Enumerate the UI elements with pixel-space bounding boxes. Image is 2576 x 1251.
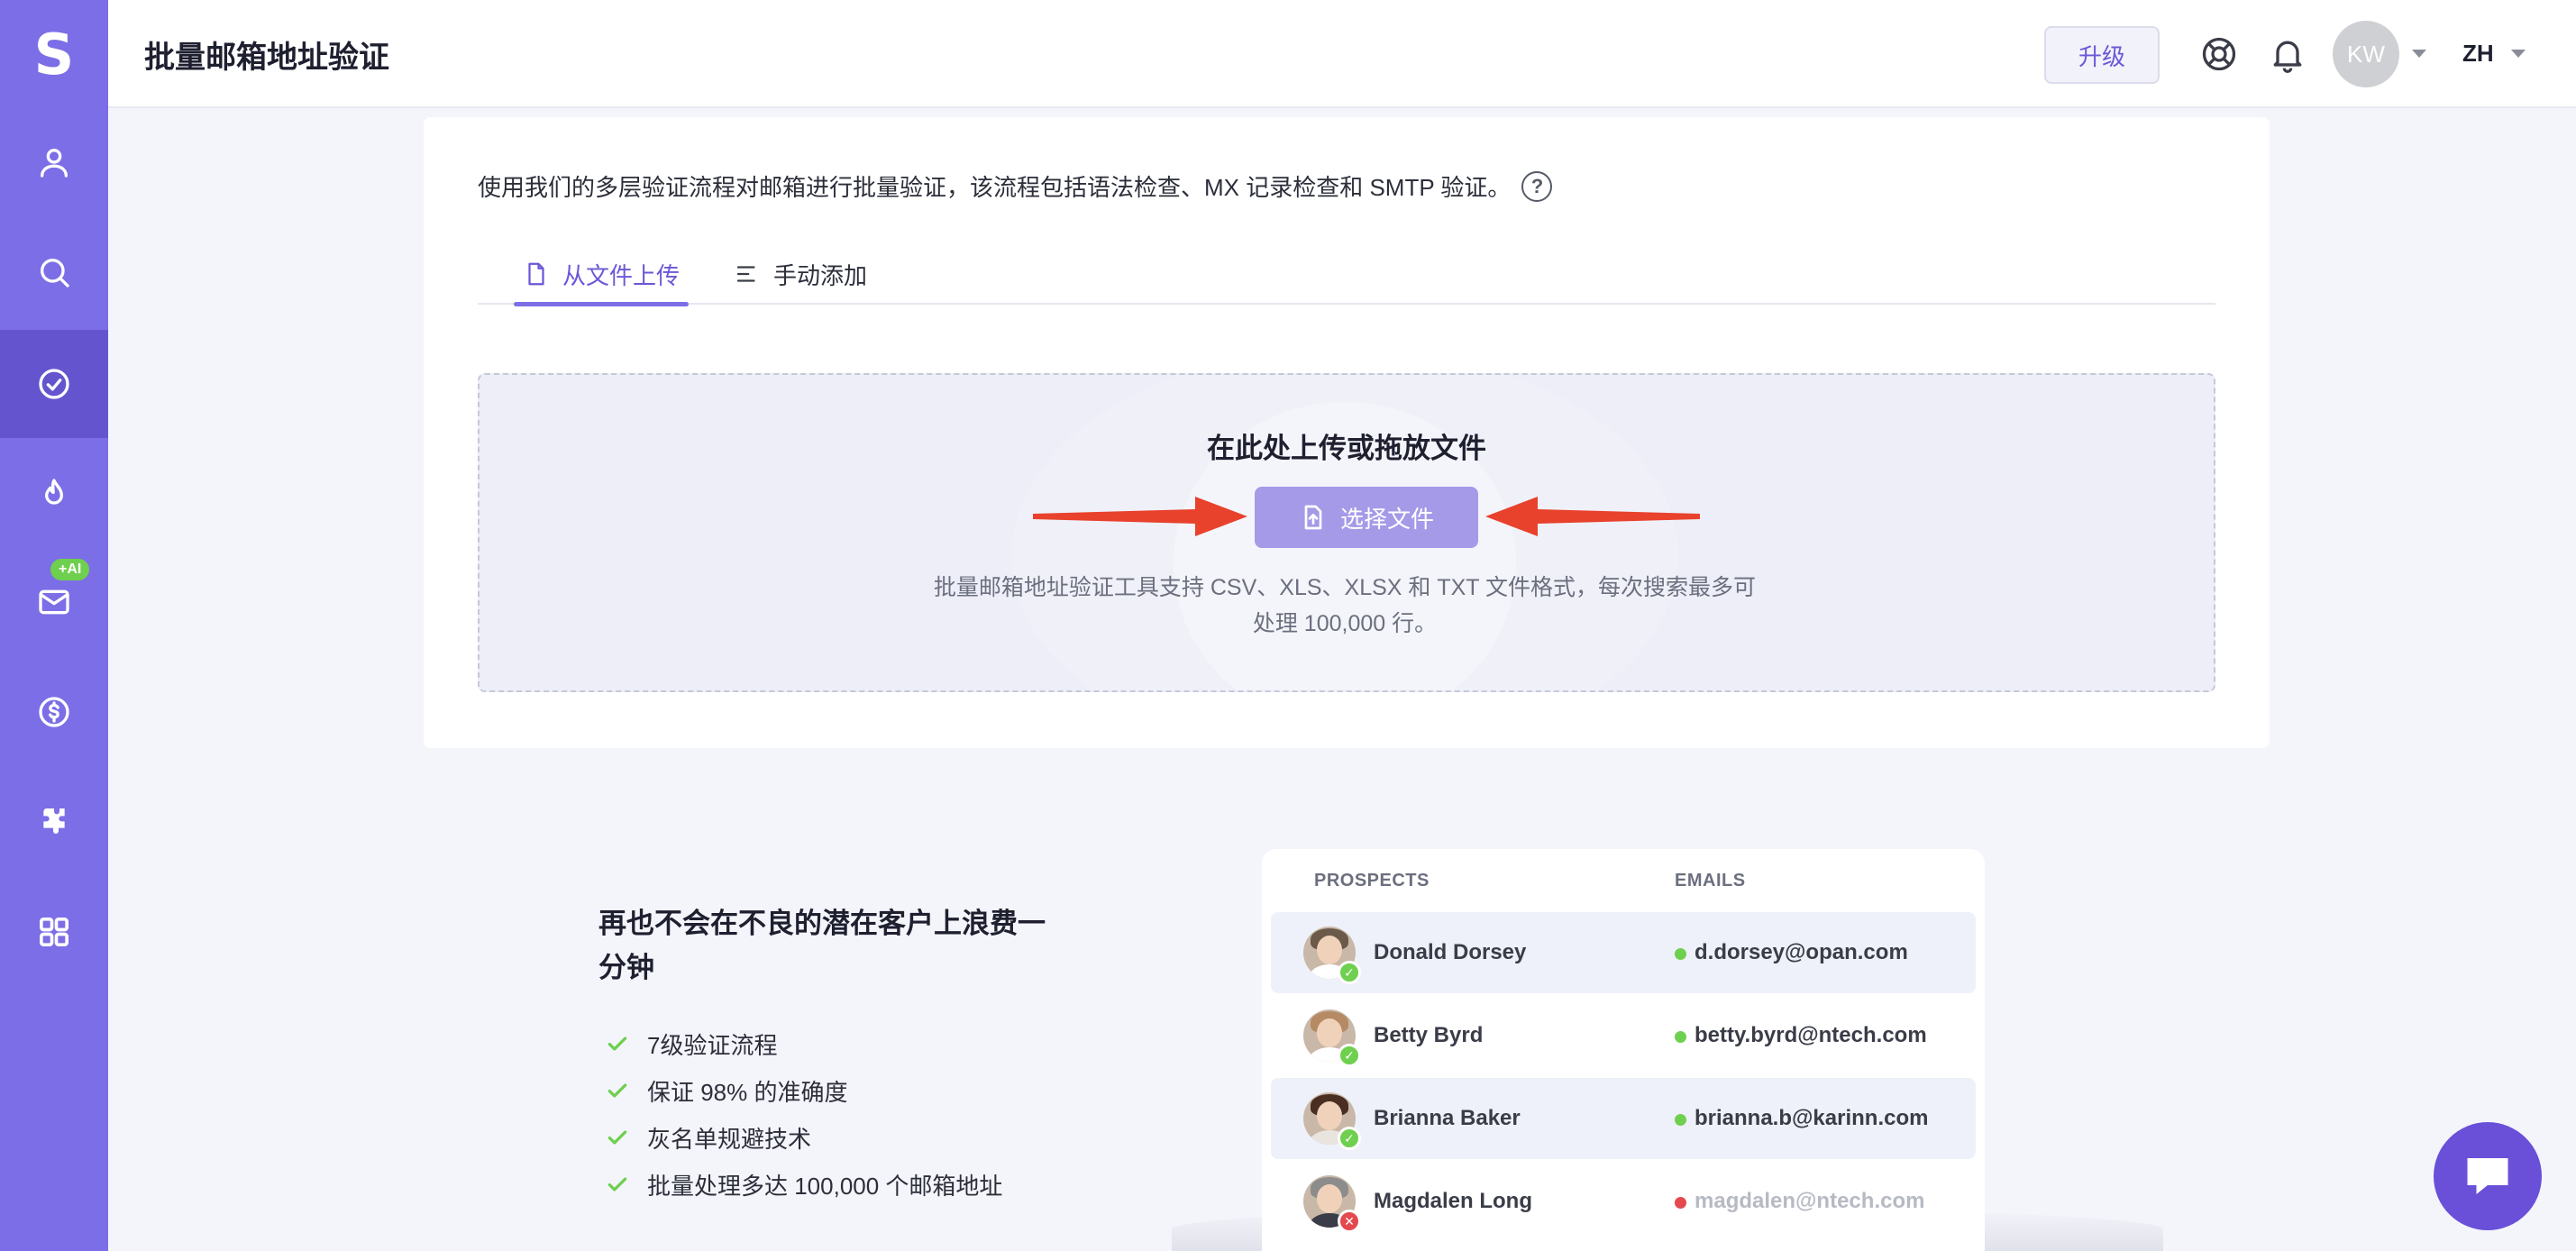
feature-text: 7级验证流程: [647, 1031, 778, 1059]
status-dot: [1675, 948, 1686, 960]
sidebar: S +AI: [0, 0, 108, 1251]
prospects-table: PROSPECTS EMAILS ✓ Donald Dorsey d.dorse…: [1262, 849, 1985, 1251]
dropzone-hint-line: 处理 100,000 行。: [1252, 611, 1438, 636]
prospect-email: brianna.b@karinn.com: [1694, 1106, 1929, 1130]
valid-check-icon: ✓: [1338, 961, 1361, 984]
tab-label: 手动添加: [773, 261, 868, 289]
top-header: 批量邮箱地址验证 升级 KW ZH: [108, 0, 2576, 108]
chat-icon: [2467, 1158, 2508, 1194]
upgrade-button[interactable]: 升级: [2044, 26, 2160, 84]
dropzone-hint: 批量邮箱地址验证工具支持 CSV、XLS、XLSX 和 TXT 文件格式，每次搜…: [894, 570, 1795, 642]
search-icon: [41, 259, 69, 288]
sidebar-item-search[interactable]: [0, 218, 108, 326]
list-item: 7级验证流程: [606, 1020, 1002, 1067]
puzzle-icon: [43, 808, 65, 834]
feature-title-line: 分钟: [598, 952, 654, 983]
tab-upload-file[interactable]: 从文件上传: [514, 243, 690, 306]
prospect-name: Betty Byrd: [1374, 1023, 1484, 1047]
language-selector[interactable]: ZH: [2462, 40, 2494, 68]
list-item: 保证 98% 的准确度: [606, 1067, 1002, 1114]
table-row: ✓ Betty Byrd betty.byrd@ntech.com: [1271, 995, 1976, 1076]
table-row: ✕ Magdalen Long magdalen@ntech.com: [1271, 1161, 1976, 1242]
table-row: ✓ Donald Dorsey d.dorsey@opan.com: [1271, 912, 1976, 993]
file-upload-icon: [1304, 505, 1322, 530]
file-icon: [528, 262, 544, 286]
chevron-down-icon[interactable]: [2511, 50, 2526, 58]
sidebar-item-campaigns[interactable]: [0, 440, 108, 548]
lines-icon: [736, 266, 755, 282]
check-circle-icon: [39, 369, 69, 399]
page-title: 批量邮箱地址验证: [144, 41, 389, 75]
prospect-email: betty.byrd@ntech.com: [1694, 1023, 1927, 1047]
feature-title: 再也不会在不良的潜在客户上浪费一 分钟: [598, 901, 1103, 990]
status-dot: [1675, 1114, 1686, 1126]
feature-list: 7级验证流程 保证 98% 的准确度 灰名单规避技术 批量处理多达 100,00…: [606, 1020, 1002, 1208]
dollar-icon: [39, 697, 69, 727]
sidebar-item-verifier[interactable]: [0, 330, 108, 438]
status-dot: [1675, 1197, 1686, 1209]
sidebar-item-integrations[interactable]: [0, 768, 108, 876]
app-logo[interactable]: S: [0, 0, 108, 108]
column-header-prospects: PROSPECTS: [1314, 871, 1430, 890]
feature-text: 灰名单规避技术: [647, 1125, 812, 1153]
user-avatar[interactable]: KW: [2333, 21, 2399, 87]
apps-grid-icon: [40, 918, 69, 946]
feature-text: 保证 98% 的准确度: [647, 1078, 848, 1106]
prospect-name: Brianna Baker: [1374, 1106, 1521, 1130]
chat-widget-button[interactable]: [2434, 1122, 2542, 1230]
tab-label: 从文件上传: [562, 261, 681, 289]
user-icon: [41, 149, 69, 178]
invalid-x-icon: ✕: [1338, 1210, 1361, 1233]
sidebar-item-apps[interactable]: [0, 878, 108, 986]
mail-icon: [39, 589, 69, 615]
feature-text: 批量处理多达 100,000 个邮箱地址: [647, 1172, 1003, 1200]
description-text: 使用我们的多层验证流程对邮箱进行批量验证，该流程包括语法检查、MX 记录检查和 …: [478, 174, 1512, 201]
choose-file-label: 选择文件: [1339, 505, 1434, 533]
valid-check-icon: ✓: [1338, 1127, 1361, 1150]
upload-tabs: 从文件上传 手动添加: [478, 243, 2215, 306]
ai-badge: +AI: [50, 559, 90, 580]
prospect-email: magdalen@ntech.com: [1694, 1189, 1925, 1213]
prospect-name: Donald Dorsey: [1374, 940, 1527, 964]
tab-manual-add[interactable]: 手动添加: [734, 243, 867, 305]
feature-title-line: 再也不会在不良的潜在客户上浪费一: [598, 908, 1046, 939]
valid-check-icon: ✓: [1338, 1044, 1361, 1067]
question-icon[interactable]: ?: [1521, 170, 1553, 202]
sidebar-item-billing[interactable]: [0, 658, 108, 766]
dropzone-title: 在此处上传或拖放文件: [1207, 433, 1486, 464]
table-row: ✓ Brianna Baker brianna.b@karinn.com: [1271, 1078, 1976, 1159]
bell-icon[interactable]: [2268, 34, 2307, 74]
check-icon: [607, 1083, 627, 1098]
prospect-name: Magdalen Long: [1374, 1189, 1532, 1213]
sidebar-item-contacts[interactable]: [0, 108, 108, 216]
prospect-email: d.dorsey@opan.com: [1694, 940, 1908, 964]
flame-icon: [45, 479, 64, 505]
file-dropzone[interactable]: 在此处上传或拖放文件 选择文件 批量邮箱地址验证工具支持 CSV、XLS、XLS…: [478, 373, 2215, 692]
list-item: 批量处理多达 100,000 个邮箱地址: [606, 1161, 1002, 1208]
check-icon: [607, 1036, 627, 1051]
choose-file-button[interactable]: 选择文件: [1255, 487, 1478, 548]
annotation-arrow-left: [1485, 497, 1700, 536]
dropzone-hint-line: 批量邮箱地址验证工具支持 CSV、XLS、XLSX 和 TXT 文件格式，每次搜…: [933, 575, 1757, 600]
description: 使用我们的多层验证流程对邮箱进行批量验证，该流程包括语法检查、MX 记录检查和 …: [478, 169, 1553, 203]
help-center-icon[interactable]: [2199, 34, 2239, 74]
annotation-arrow-right: [1033, 497, 1247, 536]
status-dot: [1675, 1031, 1686, 1043]
bulk-verify-card: 使用我们的多层验证流程对邮箱进行批量验证，该流程包括语法检查、MX 记录检查和 …: [424, 117, 2270, 748]
column-header-emails: EMAILS: [1675, 871, 1746, 890]
check-icon: [607, 1130, 627, 1145]
chevron-down-icon[interactable]: [2412, 50, 2426, 58]
check-icon: [607, 1177, 627, 1192]
list-item: 灰名单规避技术: [606, 1114, 1002, 1161]
